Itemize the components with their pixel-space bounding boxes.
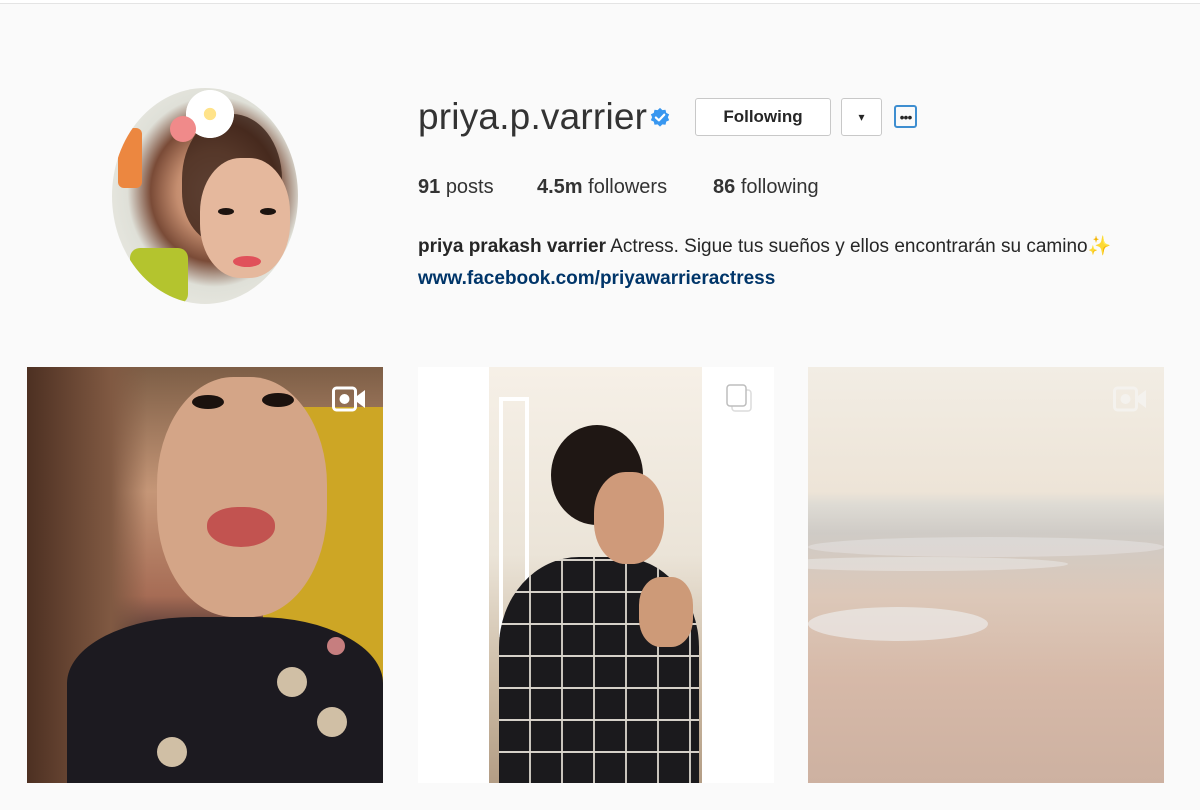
video-camera-icon xyxy=(332,386,365,412)
multiple-photos-icon xyxy=(726,384,752,412)
following-stat[interactable]: 86 following xyxy=(713,176,819,199)
profile-bio: priya prakash varrier Actress. Sigue tus… xyxy=(418,234,1111,258)
video-camera-icon xyxy=(1113,386,1146,412)
profile-full-name: priya prakash varrier xyxy=(418,236,607,257)
profile-avatar[interactable] xyxy=(112,88,298,304)
followers-stat[interactable]: 4.5m followers xyxy=(537,176,667,199)
sparkle-emoji-icon: ✨ xyxy=(1087,236,1112,257)
top-border xyxy=(0,0,1200,4)
profile-username: priya.p.varrier xyxy=(418,96,648,137)
posts-label: posts xyxy=(445,176,494,198)
posts-count: 91 xyxy=(418,176,441,198)
chevron-down-icon: ▾ xyxy=(858,110,865,124)
followers-label: followers xyxy=(588,176,668,198)
post-thumbnail-3[interactable] xyxy=(808,367,1164,783)
suggestions-dropdown-button[interactable]: ▾ xyxy=(841,98,882,136)
bio-text: Actress. Sigue tus sueños y ellos encont… xyxy=(610,236,1088,257)
following-label: following xyxy=(740,176,819,198)
followers-count: 4.5m xyxy=(537,176,583,198)
following-button[interactable]: Following xyxy=(695,98,831,136)
post-thumbnail-2[interactable] xyxy=(418,367,774,783)
post-thumbnail-1[interactable] xyxy=(27,367,383,783)
more-icon: ••• xyxy=(899,108,913,125)
more-options-button[interactable]: ••• xyxy=(894,105,917,128)
posts-stat: 91 posts xyxy=(418,176,494,199)
profile-website-link[interactable]: www.facebook.com/priyawarrieractress xyxy=(418,268,775,290)
following-count: 86 xyxy=(713,176,736,198)
verified-badge-icon xyxy=(650,107,670,127)
